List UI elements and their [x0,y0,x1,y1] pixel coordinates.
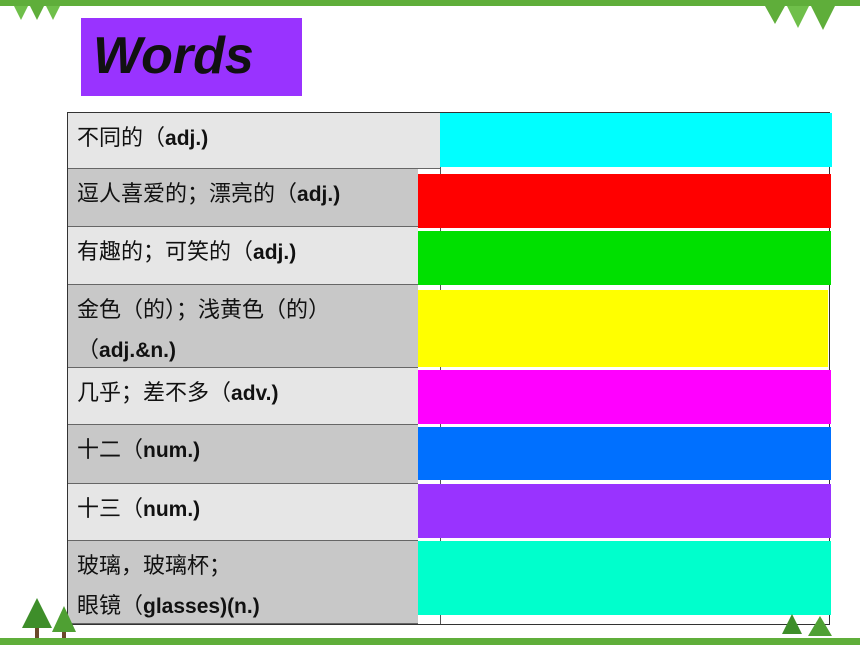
bunting-left-icon [14,6,60,20]
word-definition-cell: 十三（num.) [68,484,418,541]
table-row: 逗人喜爱的；漂亮的（adj.) [68,169,831,228]
part-of-speech: adj.) [297,183,341,206]
definition-line: 逗人喜爱的；漂亮的（adj.) [77,175,418,215]
part-of-speech: adj.) [165,127,209,150]
definition-line: 眼镜（glasses)(n.) [77,587,418,627]
definition-line: 金色（的）；浅黄色（的） [77,291,418,331]
definition-line: 不同的（adj.) [77,119,440,159]
tree-left-icon [22,598,76,638]
chinese-meaning: 有趣的；可笑的（ [77,240,254,265]
chinese-meaning: 十二（ [77,438,144,463]
answer-cover-block[interactable] [418,174,831,228]
chinese-meaning: 十三（ [77,497,144,522]
word-definition-cell: 有趣的；可笑的（adj.) [68,227,418,285]
table-row: 玻璃，玻璃杯； 眼镜（glasses)(n.) [68,541,831,624]
part-of-speech: adj.&n.) [99,339,177,362]
definition-line: （adj.&n.) [77,331,418,371]
part-of-speech: num.) [143,498,201,521]
definition-line: 几乎；差不多（adv.) [77,374,418,414]
word-definition-cell: 逗人喜爱的；漂亮的（adj.) [68,169,418,227]
definition-line: 十二（num.) [77,431,418,471]
answer-cover-block[interactable] [418,541,831,615]
title-box: Words [81,18,302,96]
word-definition-cell: 玻璃，玻璃杯； 眼镜（glasses)(n.) [68,541,418,624]
page-title: Words [93,27,254,85]
chinese-meaning: 逗人喜爱的；漂亮的（ [77,182,298,207]
word-definition-cell: 十二（num.) [68,425,418,484]
vocabulary-table: 不同的（adj.) 逗人喜爱的；漂亮的（adj.) 有趣的；可笑的（adj.) 金色（… [67,112,832,625]
definition-line: 玻璃，玻璃杯； [77,547,418,587]
tree-right-icon [782,614,832,636]
answer-cover-block[interactable] [440,113,832,167]
answer-cover-block[interactable] [418,427,831,480]
table-row: 几乎；差不多（adv.) [68,368,831,425]
chinese-meaning: 几乎；差不多（ [77,381,232,406]
chinese-meaning: （ [77,338,100,363]
table-row: 不同的（adj.) [68,113,832,169]
chinese-meaning: 不同的（ [77,126,166,151]
chinese-meaning: 金色（的）；浅黄色（的） [77,298,331,323]
word-definition-cell: 金色（的）；浅黄色（的） （adj.&n.) [68,285,418,368]
part-of-speech: glasses)(n.) [143,595,260,618]
definition-line: 有趣的；可笑的（adj.) [77,233,418,273]
table-row: 十二（num.) [68,425,831,484]
part-of-speech: adj.) [253,241,297,264]
definition-line: 十三（num.) [77,490,418,530]
top-green-band [0,0,860,6]
word-definition-cell: 几乎；差不多（adv.) [68,368,418,425]
chinese-meaning: 眼镜（ [77,594,144,619]
answer-cover-block[interactable] [418,231,831,285]
answer-cover-block[interactable] [418,290,828,367]
bunting-right-icon [765,6,835,30]
answer-cover-block[interactable] [418,484,831,538]
table-row: 十三（num.) [68,484,831,541]
chinese-meaning: 玻璃，玻璃杯； [77,554,232,579]
part-of-speech: num.) [143,439,201,462]
table-row: 金色（的）；浅黄色（的） （adj.&n.) [68,285,829,368]
word-definition-cell: 不同的（adj.) [68,113,440,169]
part-of-speech: adv.) [231,382,279,405]
answer-cover-block[interactable] [418,370,831,424]
bottom-green-band [0,638,860,645]
table-row: 有趣的；可笑的（adj.) [68,227,831,285]
